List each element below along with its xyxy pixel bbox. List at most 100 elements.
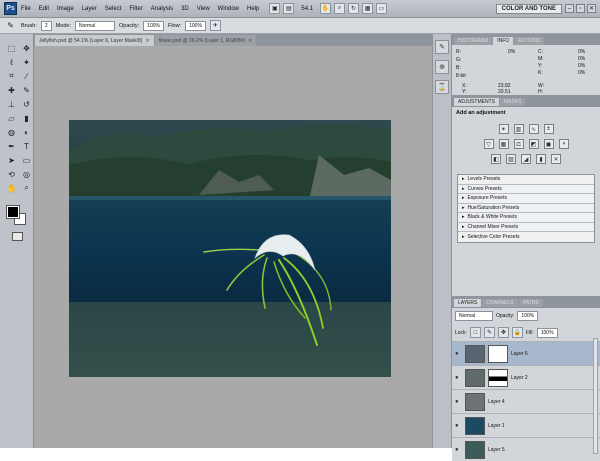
- tab-masks[interactable]: MASKS: [499, 98, 526, 106]
- layers-scrollbar[interactable]: [593, 338, 598, 454]
- blur-tool-icon[interactable]: ◍: [5, 126, 18, 138]
- lock-all-icon[interactable]: 🔒: [511, 327, 523, 338]
- close-icon[interactable]: ✕: [145, 38, 149, 44]
- healing-brush-icon[interactable]: ✚: [5, 84, 18, 96]
- foreground-color-swatch[interactable]: [6, 205, 20, 219]
- type-tool-icon[interactable]: T: [20, 140, 33, 152]
- brightness-icon[interactable]: ☀: [498, 124, 509, 134]
- close-icon[interactable]: ✕: [248, 38, 252, 44]
- menu-filter[interactable]: Filter: [125, 6, 146, 12]
- layer-mask-thumbnail[interactable]: [488, 368, 508, 387]
- minimize-icon[interactable]: –: [565, 4, 574, 13]
- layer-mask-thumbnail[interactable]: [488, 344, 508, 363]
- preset-item[interactable]: ▸ Hue/Saturation Presets: [458, 204, 594, 213]
- eraser-icon[interactable]: ▱: [5, 112, 18, 124]
- gradient-map-icon[interactable]: ▮: [536, 154, 546, 164]
- tab-layers[interactable]: LAYERS: [454, 299, 482, 307]
- tab-info[interactable]: INFO: [493, 37, 514, 45]
- preset-item[interactable]: ▸ Selective Color Presets: [458, 232, 594, 242]
- clone-stamp-icon[interactable]: ⊥: [5, 98, 18, 110]
- lock-transparent-icon[interactable]: □: [469, 327, 481, 338]
- preset-item[interactable]: ▸ Curves Presets: [458, 185, 594, 194]
- brush-tool-icon[interactable]: ✎: [20, 84, 33, 96]
- photoshop-logo[interactable]: Ps: [4, 2, 17, 15]
- menu-3d[interactable]: 3D: [177, 6, 193, 12]
- hand-tool-icon[interactable]: ✋: [5, 182, 18, 194]
- eyedropper-icon[interactable]: ⁄: [20, 70, 33, 82]
- color-balance-icon[interactable]: ⚖: [513, 139, 524, 149]
- workspace-switcher[interactable]: COLOR AND TONE: [495, 4, 562, 14]
- crop-tool-icon[interactable]: ⌗: [5, 70, 18, 82]
- layer-row[interactable]: ● Layer 2: [452, 365, 600, 389]
- image-canvas[interactable]: [69, 120, 391, 377]
- history-icon[interactable]: ⌛: [435, 80, 449, 94]
- history-brush-icon[interactable]: ↺: [20, 98, 33, 110]
- zoom-icon[interactable]: ⌕: [334, 3, 346, 14]
- channel-mixer-icon[interactable]: ◑: [558, 139, 569, 149]
- eye-icon[interactable]: ●: [455, 423, 462, 429]
- lasso-tool-icon[interactable]: ℓ: [5, 56, 18, 68]
- tab-flower[interactable]: flower.psd @ 26.2% (Layer 1, RGB/8#) ✕: [154, 35, 257, 46]
- eye-icon[interactable]: ●: [455, 399, 462, 405]
- magic-wand-icon[interactable]: ✦: [20, 56, 33, 68]
- clone-source-icon[interactable]: ⊕: [435, 60, 449, 74]
- tab-histogram[interactable]: HISTOGRAM: [454, 37, 493, 45]
- rotate-view-icon[interactable]: ↻: [348, 3, 360, 14]
- menu-file[interactable]: File: [17, 6, 35, 12]
- zoom-tool-icon[interactable]: ⌕: [20, 182, 33, 194]
- dodge-tool-icon[interactable]: ◐: [20, 126, 33, 138]
- tab-jellyfish[interactable]: Jellyfish.psd @ 54.1% (Layer 6, Layer Ma…: [35, 35, 154, 46]
- exposure-icon[interactable]: ±: [543, 124, 554, 134]
- fill-field[interactable]: 100%: [536, 327, 558, 338]
- opacity-field[interactable]: 100%: [143, 20, 164, 31]
- tab-channels[interactable]: CHANNELS: [482, 299, 518, 307]
- eye-icon[interactable]: ●: [455, 351, 462, 357]
- bridge-icon[interactable]: ▣: [269, 3, 281, 14]
- eye-icon[interactable]: ●: [455, 447, 462, 453]
- screen-mode-icon[interactable]: ▭: [376, 3, 388, 14]
- posterize-icon[interactable]: ▨: [506, 154, 516, 164]
- selective-color-icon[interactable]: ✕: [551, 154, 561, 164]
- menu-layer[interactable]: Layer: [78, 6, 101, 12]
- black-white-icon[interactable]: ◩: [528, 139, 539, 149]
- arrange-icon[interactable]: ▦: [362, 3, 374, 14]
- preset-item[interactable]: ▸ Black & White Presets: [458, 213, 594, 223]
- airbrush-icon[interactable]: ✈: [209, 20, 221, 31]
- brushes-icon[interactable]: ✎: [435, 40, 449, 54]
- preset-item[interactable]: ▸ Channel Mixer Presets: [458, 223, 594, 232]
- blend-mode-select[interactable]: Normal: [455, 311, 493, 321]
- quick-mask-icon[interactable]: [12, 232, 23, 241]
- hue-saturation-icon[interactable]: ▦: [498, 139, 509, 149]
- tab-paths[interactable]: PATHS: [518, 299, 543, 307]
- mini-bridge-icon[interactable]: ▤: [283, 3, 295, 14]
- menu-analysis[interactable]: Analysis: [147, 6, 177, 12]
- tab-actions[interactable]: ACTIONS: [514, 37, 545, 45]
- layer-row[interactable]: ● Layer 4: [452, 389, 600, 413]
- levels-icon[interactable]: ▥: [513, 124, 524, 134]
- brush-tool-icon[interactable]: ✎: [4, 20, 17, 32]
- invert-icon[interactable]: ◧: [491, 154, 501, 164]
- flow-field[interactable]: 100%: [185, 20, 206, 31]
- menu-select[interactable]: Select: [101, 6, 126, 12]
- close-icon[interactable]: ✕: [587, 4, 596, 13]
- lock-position-icon[interactable]: ✥: [497, 327, 509, 338]
- vibrance-icon[interactable]: ▽: [483, 139, 494, 149]
- tab-adjustments[interactable]: ADJUSTMENTS: [454, 98, 499, 106]
- lock-pixels-icon[interactable]: ✎: [483, 327, 495, 338]
- preset-item[interactable]: ▸ Levels Presets: [458, 175, 594, 185]
- curves-icon[interactable]: ∿: [528, 124, 539, 134]
- gradient-icon[interactable]: ▮: [20, 112, 33, 124]
- marquee-tool-icon[interactable]: ⬚: [5, 42, 18, 54]
- path-select-icon[interactable]: ➤: [5, 154, 18, 166]
- layer-row[interactable]: ● Layer 5: [452, 437, 600, 461]
- layer-row[interactable]: ● Layer 1: [452, 413, 600, 437]
- layer-row[interactable]: ● Layer 6: [452, 341, 600, 365]
- restore-icon[interactable]: ▫: [576, 4, 585, 13]
- 3d-orbit-icon[interactable]: ◎: [20, 168, 33, 180]
- menu-help[interactable]: Help: [243, 6, 263, 12]
- mode-select[interactable]: Normal: [74, 20, 115, 31]
- menu-window[interactable]: Window: [214, 6, 243, 12]
- move-tool-icon[interactable]: ✥: [20, 42, 33, 54]
- menu-image[interactable]: Image: [53, 6, 78, 12]
- preset-item[interactable]: ▸ Exposure Presets: [458, 194, 594, 204]
